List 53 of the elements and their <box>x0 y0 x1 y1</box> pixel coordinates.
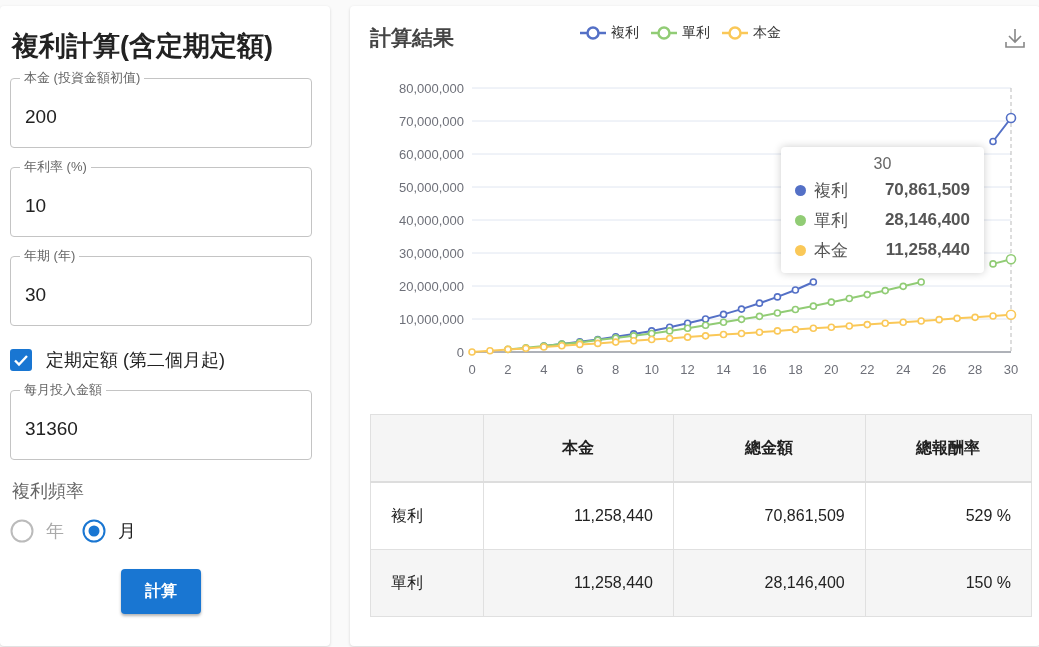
radio-label: 月 <box>118 520 136 543</box>
series-name: 單利 <box>814 209 849 232</box>
checkbox-label: 定期定額 (第二個月起) <box>46 349 225 372</box>
x-axis-label: 0 <box>468 362 476 377</box>
y-axis-label: 30,000,000 <box>398 246 464 261</box>
field-label: 本金 (投資金額初值) <box>20 70 145 86</box>
table-header: 總金額 <box>673 414 866 482</box>
results-title: 計算結果 <box>370 25 455 51</box>
table-cell: 複利 <box>370 482 484 550</box>
y-axis-label: 20,000,000 <box>398 279 464 294</box>
x-axis-label: 18 <box>788 362 803 377</box>
series-value: 11,258,440 <box>885 240 970 260</box>
table-cell: 11,258,440 <box>483 549 674 617</box>
tooltip-title: 30 <box>872 155 893 173</box>
table-cell: 單利 <box>370 549 484 617</box>
table-header: 總報酬率 <box>865 414 1032 482</box>
frequency-label: 複利頻率 <box>12 480 85 503</box>
y-axis-label: 50,000,000 <box>398 180 464 195</box>
y-axis-label: 60,000,000 <box>398 147 464 162</box>
x-axis-label: 8 <box>612 362 620 377</box>
table-header: 本金 <box>483 414 674 482</box>
table-cell: 11,258,440 <box>483 482 674 550</box>
x-axis-label: 28 <box>967 362 983 377</box>
form-title: 複利計算(含定期定額) <box>12 30 274 63</box>
series-value: 28,146,400 <box>884 210 970 230</box>
field-label: 年期 (年) <box>20 248 80 264</box>
table-cell: 529 % <box>865 482 1032 550</box>
x-axis-label: 22 <box>860 362 875 377</box>
field-label: 每月投入金額 <box>20 382 106 398</box>
series-value: 70,861,509 <box>884 180 970 200</box>
x-axis-label: 14 <box>716 362 731 377</box>
y-axis-label: 10,000,000 <box>398 312 464 327</box>
series-name: 本金 <box>814 239 849 262</box>
table-cell: 28,146,400 <box>673 549 866 617</box>
y-axis-label: 40,000,000 <box>398 213 464 228</box>
y-axis-label: 70,000,000 <box>398 114 464 129</box>
y-axis-label: 0 <box>456 345 464 360</box>
x-axis-label: 30 <box>1003 362 1019 377</box>
series-name: 複利 <box>814 179 849 202</box>
table-cell: 70,861,509 <box>673 482 866 550</box>
table-cell: 150 % <box>865 549 1032 617</box>
x-axis-label: 20 <box>824 362 839 377</box>
radio-label: 年 <box>46 520 64 543</box>
x-axis-label: 6 <box>576 362 584 377</box>
x-axis-label: 4 <box>540 362 548 377</box>
x-axis-label: 24 <box>895 362 911 377</box>
field-label: 年利率 (%) <box>20 159 91 175</box>
y-axis-label: 80,000,000 <box>398 81 464 96</box>
x-axis-label: 10 <box>644 362 659 377</box>
x-axis-label: 16 <box>752 362 767 377</box>
x-axis-label: 26 <box>931 362 947 377</box>
x-axis-label: 2 <box>504 362 512 377</box>
x-axis-label: 12 <box>680 362 695 377</box>
